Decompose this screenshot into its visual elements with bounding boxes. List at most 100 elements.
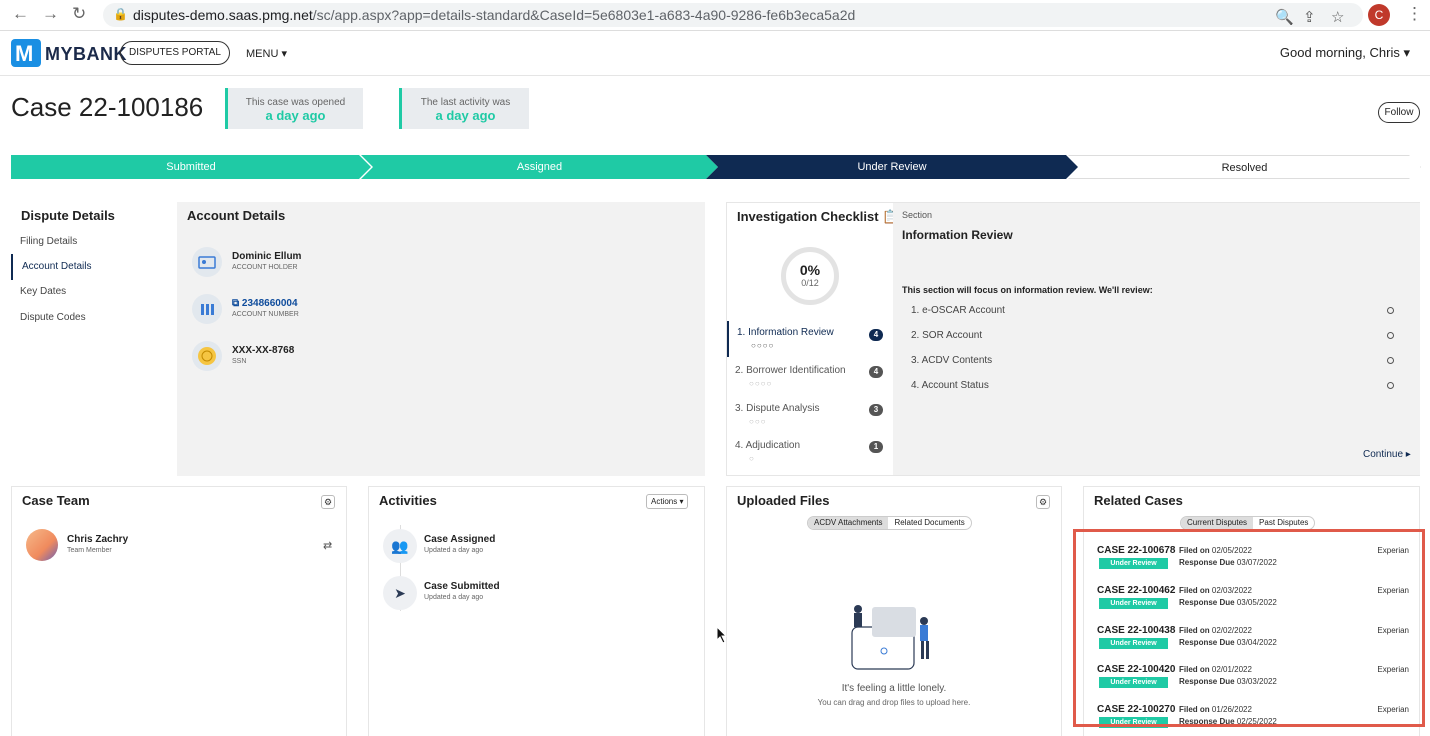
section-item: 2. SOR Account — [911, 330, 983, 341]
gear-icon[interactable]: ⚙ — [321, 495, 335, 509]
star-icon[interactable]: ☆ — [1331, 8, 1344, 26]
section-item: 1. e-OSCAR Account — [911, 305, 1005, 316]
nav-key-dates[interactable]: Key Dates — [20, 286, 66, 297]
checklist-item-dispute-analysis[interactable]: 3. Dispute Analysis — [735, 403, 820, 414]
section-label: Section — [902, 210, 933, 220]
address-bar[interactable]: 🔒 disputes-demo.saas.pmg.net/sc/app.aspx… — [103, 3, 1363, 27]
checklist-badge: 4 — [869, 366, 883, 378]
related-case-row[interactable]: CASE 22-100420 Under Review Filed on 02/… — [1097, 664, 1409, 700]
case-id: CASE 22-100270 — [1097, 704, 1176, 715]
section-item: 3. ACDV Contents — [911, 355, 993, 366]
filed-label: Filed on — [1179, 586, 1210, 595]
checklist-item-adjudication[interactable]: 4. Adjudication — [735, 440, 800, 451]
continue-button[interactable]: Continue ▸ — [1363, 449, 1411, 460]
paper-plane-icon: ➤ — [383, 576, 417, 610]
status-badge: Under Review — [1099, 598, 1168, 609]
profile-avatar[interactable]: C — [1368, 4, 1390, 26]
item-radio[interactable] — [1387, 382, 1394, 389]
bureau: Experian — [1377, 665, 1409, 674]
due-date: 03/07/2022 — [1236, 558, 1277, 567]
item-radio[interactable] — [1387, 332, 1394, 339]
empty-files-subtitle: You can drag and drop files to upload he… — [817, 698, 971, 707]
last-activity-value: a day ago — [435, 108, 496, 123]
user-greeting-dropdown[interactable]: Good morning, Chris ▾ — [1280, 45, 1410, 61]
checklist-count: 0/12 — [801, 278, 819, 288]
related-case-row[interactable]: CASE 22-100678 Under Review Filed on 02/… — [1097, 545, 1409, 581]
checklist-item-information-review[interactable]: 1. Information Review — [737, 327, 834, 338]
actions-dropdown[interactable]: Actions ▾ — [646, 494, 689, 509]
swap-icon[interactable]: ⇄ — [323, 539, 332, 552]
status-badge: Under Review — [1099, 677, 1168, 688]
team-member-role: Team Member — [67, 547, 112, 554]
step-resolved: Resolved — [1068, 155, 1421, 179]
share-icon[interactable]: ⇪ — [1303, 8, 1316, 26]
section-item: 4. Account Status — [911, 380, 989, 391]
related-case-row[interactable]: CASE 22-100462 Under Review Filed on 02/… — [1097, 585, 1409, 621]
case-id: CASE 22-100420 — [1097, 664, 1176, 675]
checklist-item-borrower-identification[interactable]: 2. Borrower Identification — [735, 365, 846, 376]
progress-ring: 0% 0/12 — [781, 247, 839, 305]
page-title: Case 22-100186 — [11, 92, 204, 122]
id-card-icon — [192, 247, 222, 277]
activities-title: Activities — [379, 493, 437, 508]
team-member-name: Chris Zachry — [67, 534, 129, 545]
nav-filing-details[interactable]: Filing Details — [20, 236, 77, 247]
browser-toolbar: ← → ↻ 🔒 disputes-demo.saas.pmg.net/sc/ap… — [0, 0, 1430, 31]
forward-icon[interactable]: → — [42, 4, 59, 24]
ssn-label: SSN — [232, 358, 247, 365]
related-case-row[interactable]: CASE 22-100270 Under Review Filed on 01/… — [1097, 704, 1409, 732]
tab-acdv-attachments[interactable]: ACDV Attachments — [808, 517, 889, 529]
bureau: Experian — [1377, 705, 1409, 714]
menu-dropdown[interactable]: MENU ▾ — [246, 47, 287, 60]
nav-account-details[interactable]: Account Details — [22, 261, 91, 272]
dispute-details-title: Dispute Details — [21, 208, 115, 223]
account-number-link[interactable]: 2348660004 — [242, 298, 298, 309]
uploaded-files-title: Uploaded Files — [737, 493, 830, 508]
files-tabs: ACDV Attachments Related Documents — [807, 516, 972, 530]
activity-subtitle: Updated a day ago — [424, 594, 484, 601]
filed-date: 02/03/2022 — [1211, 586, 1252, 595]
filed-date: 02/02/2022 — [1211, 626, 1252, 635]
bureau: Experian — [1377, 586, 1409, 595]
tab-related-documents[interactable]: Related Documents — [888, 517, 970, 529]
due-date: 03/03/2022 — [1236, 677, 1277, 686]
nav-dispute-codes[interactable]: Dispute Codes — [20, 312, 86, 323]
users-icon: 👥 — [383, 529, 417, 563]
case-id: CASE 22-100678 — [1097, 545, 1176, 556]
step-dots: ○○○○ — [751, 341, 775, 350]
mybank-logo-icon — [11, 39, 41, 67]
related-case-row[interactable]: CASE 22-100438 Under Review Filed on 02/… — [1097, 625, 1409, 661]
filed-label: Filed on — [1179, 546, 1210, 555]
back-icon[interactable]: ← — [12, 4, 29, 24]
activity-subtitle: Updated a day ago — [424, 547, 484, 554]
step-dots: ○○○○ — [749, 379, 773, 388]
account-details-section: Account Details Dominic Ellum ACCOUNT HO… — [177, 202, 705, 476]
gear-icon[interactable]: ⚙ — [1036, 495, 1050, 509]
account-details-title: Account Details — [187, 208, 286, 223]
case-opened-value: a day ago — [265, 108, 326, 123]
case-opened-label: This case was opened — [245, 97, 346, 108]
item-radio[interactable] — [1387, 357, 1394, 364]
step-submitted: Submitted — [11, 155, 371, 179]
reload-icon[interactable]: ↻ — [72, 4, 86, 24]
case-opened-box: This case was opened a day ago — [225, 88, 363, 129]
zoom-icon[interactable]: 🔍 — [1275, 8, 1294, 26]
case-team-title: Case Team — [22, 493, 90, 508]
status-badge: Under Review — [1099, 558, 1168, 569]
kebab-menu-icon[interactable]: ⋮ — [1406, 4, 1423, 24]
activity-title: Case Assigned — [424, 534, 496, 545]
last-activity-box: The last activity was a day ago — [399, 88, 529, 129]
filed-date: 02/05/2022 — [1211, 546, 1252, 555]
tab-current-disputes[interactable]: Current Disputes — [1181, 517, 1254, 529]
follow-button[interactable]: Follow — [1378, 102, 1420, 123]
fingerprint-icon — [192, 341, 222, 371]
filed-label: Filed on — [1179, 705, 1210, 714]
active-indicator — [11, 254, 13, 280]
section-description: This section will focus on information r… — [902, 285, 1153, 295]
bureau: Experian — [1377, 546, 1409, 555]
item-radio[interactable] — [1387, 307, 1394, 314]
tab-past-disputes[interactable]: Past Disputes — [1253, 517, 1314, 529]
checklist-badge: 1 — [869, 441, 883, 453]
section-title: Information Review — [902, 228, 1013, 242]
filed-date: 02/01/2022 — [1211, 665, 1252, 674]
